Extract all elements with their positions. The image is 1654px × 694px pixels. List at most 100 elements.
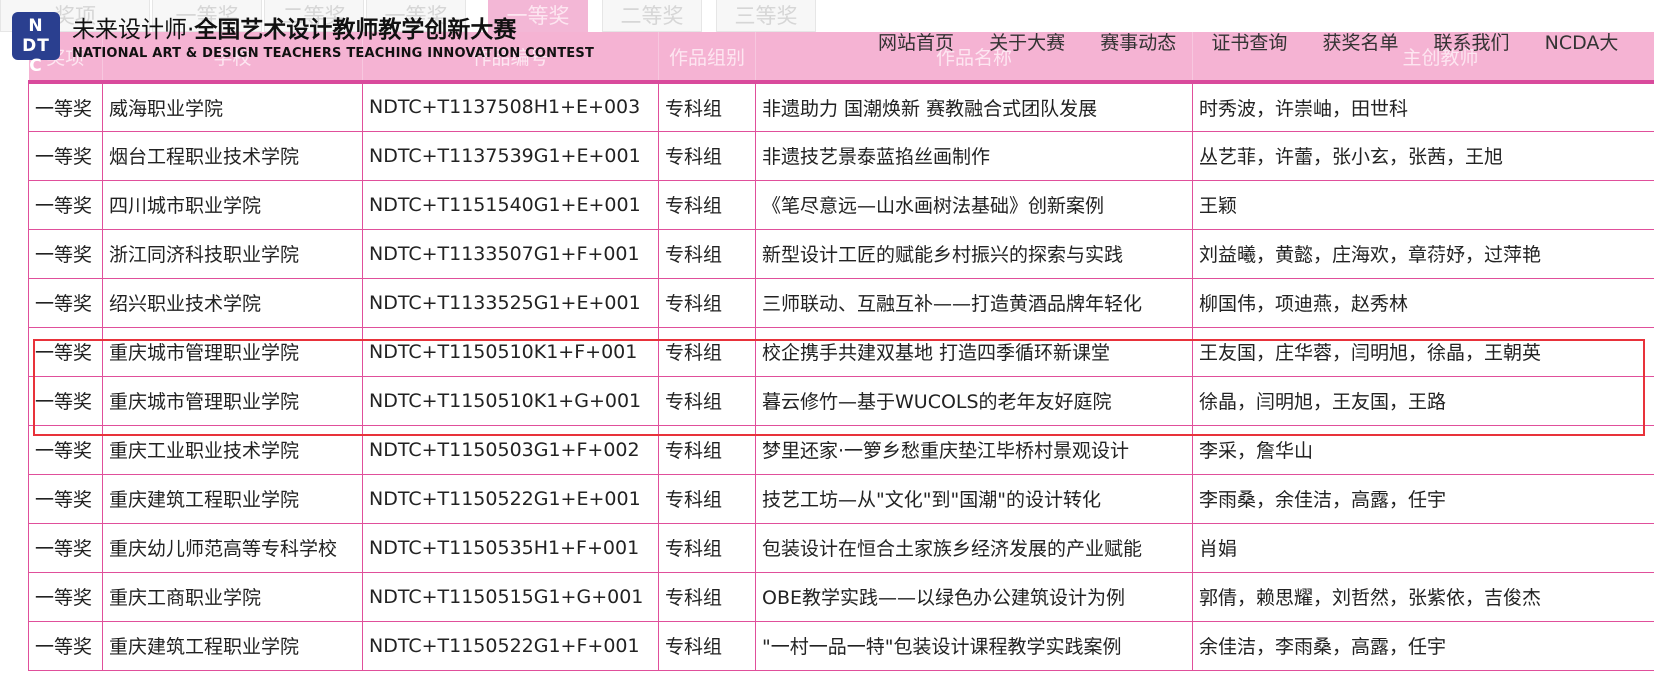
cell-work-name: 三师联动、互融互补——打造黄酒品牌年轻化	[755, 277, 1193, 328]
table-row: 一等奖 重庆建筑工程职业学院 NDTC+T1150522G1+E+001 专科组 技艺工…	[28, 473, 1654, 524]
cell-school: 浙江同济科技职业学院	[102, 228, 363, 279]
cell-group: 专科组	[658, 620, 756, 671]
table-row: 一等奖 重庆城市管理职业学院 NDTC+T1150510K1+F+001 专科组 校企携…	[28, 326, 1654, 377]
table-row: 一等奖 重庆工商职业学院 NDTC+T1150515G1+G+001 专科组 OBE教学…	[28, 571, 1654, 622]
cell-group: 专科组	[658, 179, 756, 230]
cell-teachers: 李采，詹华山	[1192, 424, 1654, 475]
cell-work-name: 校企携手共建双基地 打造四季循环新课堂	[755, 326, 1193, 377]
table-row: 一等奖 重庆城市管理职业学院 NDTC+T1150510K1+G+001 专科组 暮云修…	[28, 375, 1654, 426]
nav-winners[interactable]: 获奖名单	[1322, 28, 1398, 55]
cell-group: 专科组	[658, 326, 756, 377]
cell-award: 一等奖	[28, 179, 103, 230]
cell-teachers: 王颖	[1192, 179, 1654, 230]
table-row: 一等奖 烟台工程职业技术学院 NDTC+T1137539G1+E+001 专科组 非遗技…	[28, 130, 1654, 181]
cell-work-id: NDTC+T1133525G1+E+001	[362, 277, 659, 328]
cell-award: 一等奖	[28, 522, 103, 573]
cell-group: 专科组	[658, 375, 756, 426]
cell-work-name: 技艺工坊—从"文化"到"国潮"的设计转化	[755, 473, 1193, 524]
cell-work-name: 非遗技艺景泰蓝掐丝画制作	[755, 130, 1193, 181]
cell-award: 一等奖	[28, 326, 103, 377]
cell-group: 专科组	[658, 81, 756, 132]
cell-work-id: NDTC+T1137539G1+E+001	[362, 130, 659, 181]
cell-teachers: 肖娟	[1192, 522, 1654, 573]
cell-teachers: 柳国伟，项迪燕，赵秀林	[1192, 277, 1654, 328]
cell-group: 专科组	[658, 424, 756, 475]
cell-work-name: 新型设计工匠的赋能乡村振兴的探索与实践	[755, 228, 1193, 279]
cell-teachers: 王友国，庄华蓉，闫明旭，徐晶，王朝英	[1192, 326, 1654, 377]
table-row: 一等奖 重庆幼儿师范高等专科学校 NDTC+T1150535H1+F+001 专科组包…	[28, 522, 1654, 573]
cell-award: 一等奖	[28, 424, 103, 475]
site-subtitle: NATIONAL ART & DESIGN TEACHERS TEACHING …	[72, 46, 595, 61]
cell-work-id: NDTC+T1133507G1+F+001	[362, 228, 659, 279]
cell-teachers: 丛艺菲，许蕾，张小玄，张茜，王旭	[1192, 130, 1654, 181]
cell-award: 一等奖	[28, 571, 103, 622]
site-title-main: 全国艺术设计教师教学创新大赛	[194, 17, 517, 43]
nav-home[interactable]: 网站首页	[878, 28, 954, 55]
cell-school: 重庆城市管理职业学院	[102, 375, 363, 426]
cell-work-name: OBE教学实践——以绿色办公建筑设计为例	[755, 571, 1193, 622]
table-row: 一等奖 四川城市职业学院 NDTC+T1151540G1+E+001 专科组 《笔尽意远…	[28, 179, 1654, 230]
cell-award: 一等奖	[28, 473, 103, 524]
cell-award: 一等奖	[28, 620, 103, 671]
nav-news[interactable]: 赛事动态	[1100, 28, 1176, 55]
table-row: 一等奖 浙江同济科技职业学院 NDTC+T1133507G1+F+001 专科组 新型设…	[28, 228, 1654, 279]
cell-work-id: NDTC+T1150503G1+F+002	[362, 424, 659, 475]
cell-work-id: NDTC+T1137508H1+E+003	[362, 81, 659, 132]
awards-table: 奖项 学校 作品编号 作品组别 作品名称 主创教师 一等奖 威海职业学院 NDTC+…	[28, 32, 1654, 671]
cell-group: 专科组	[658, 522, 756, 573]
cell-teachers: 刘益曦，黄懿，庄海欢，章葕妤，过萍艳	[1192, 228, 1654, 279]
cell-school: 四川城市职业学院	[102, 179, 363, 230]
table-row: 一等奖 重庆建筑工程职业学院 NDTC+T1150522G1+F+001 专科组 "一村…	[28, 620, 1654, 671]
cell-award: 一等奖	[28, 375, 103, 426]
logo-mark-text: NDTC	[22, 16, 50, 76]
cell-school: 威海职业学院	[102, 81, 363, 132]
site-title[interactable]: 未来设计师·全国艺术设计教师教学创新大赛	[72, 10, 516, 44]
cell-school: 重庆工商职业学院	[102, 571, 363, 622]
cell-school: 重庆幼儿师范高等专科学校	[102, 522, 363, 573]
cell-group: 专科组	[658, 228, 756, 279]
cell-school: 绍兴职业技术学院	[102, 277, 363, 328]
cell-work-name: 包装设计在恒合土家族乡经济发展的产业赋能	[755, 522, 1193, 573]
nav-ncda[interactable]: NCDA大	[1545, 28, 1619, 55]
cell-group: 专科组	[658, 571, 756, 622]
cell-award: 一等奖	[28, 81, 103, 132]
cell-award: 一等奖	[28, 228, 103, 279]
cell-work-id: NDTC+T1150522G1+F+001	[362, 620, 659, 671]
cell-school: 重庆建筑工程职业学院	[102, 620, 363, 671]
cell-teachers: 余佳洁，李雨桑，高露，任宇	[1192, 620, 1654, 671]
cell-work-id: NDTC+T1150515G1+G+001	[362, 571, 659, 622]
cell-school: 重庆工业职业技术学院	[102, 424, 363, 475]
cell-teachers: 徐晶，闫明旭，王友国，王路	[1192, 375, 1654, 426]
cell-teachers: 李雨桑，余佳洁，高露，任宇	[1192, 473, 1654, 524]
nav-certificate[interactable]: 证书查询	[1211, 28, 1287, 55]
table-row: 一等奖 重庆工业职业技术学院 NDTC+T1150503G1+F+002 专科组 梦里还…	[28, 424, 1654, 475]
awards-table-wrap: 奖项 学校 作品编号 作品组别 作品名称 主创教师 一等奖 威海职业学院 NDTC+…	[28, 32, 1654, 671]
cell-work-id: NDTC+T1150522G1+E+001	[362, 473, 659, 524]
cell-school: 重庆建筑工程职业学院	[102, 473, 363, 524]
table-row: 一等奖 威海职业学院 NDTC+T1137508H1+E+003 专科组 非遗助力 国潮…	[28, 81, 1654, 132]
cell-group: 专科组	[658, 130, 756, 181]
cell-award: 一等奖	[28, 130, 103, 181]
table-row: 一等奖 绍兴职业技术学院 NDTC+T1133525G1+E+001 专科组 三师联动、…	[28, 277, 1654, 328]
cell-work-name: 非遗助力 国潮焕新 赛教融合式团队发展	[755, 81, 1193, 132]
cell-work-name: 梦里还家·一箩乡愁重庆垫江毕桥村景观设计	[755, 424, 1193, 475]
nav-contact[interactable]: 联系我们	[1434, 28, 1510, 55]
main-nav: 网站首页 关于大赛 赛事动态 证书查询 获奖名单 联系我们 NCDA大	[878, 28, 1648, 56]
site-title-prefix: 未来设计师·	[72, 17, 195, 43]
cell-work-name: "一村一品一特"包装设计课程教学实践案例	[755, 620, 1193, 671]
cell-group: 专科组	[658, 473, 756, 524]
cell-school: 重庆城市管理职业学院	[102, 326, 363, 377]
cell-work-id: NDTC+T1151540G1+E+001	[362, 179, 659, 230]
cell-school: 烟台工程职业技术学院	[102, 130, 363, 181]
cell-work-id: NDTC+T1150535H1+F+001	[362, 522, 659, 573]
table-body: 一等奖 威海职业学院 NDTC+T1137508H1+E+003 专科组 非遗助力 国潮…	[28, 81, 1654, 671]
cell-group: 专科组	[658, 277, 756, 328]
cell-teachers: 时秀波，许崇岫，田世科	[1192, 81, 1654, 132]
nav-about[interactable]: 关于大赛	[989, 28, 1065, 55]
cell-work-name: 《笔尽意远—山水画树法基础》创新案例	[755, 179, 1193, 230]
cell-award: 一等奖	[28, 277, 103, 328]
ndtc-logo-icon[interactable]: NDTC	[12, 12, 60, 76]
site-header: NDTC 未来设计师·全国艺术设计教师教学创新大赛 NATIONAL ART &…	[0, 0, 1654, 80]
cell-work-name: 暮云修竹—基于WUCOLS的老年友好庭院	[755, 375, 1193, 426]
cell-work-id: NDTC+T1150510K1+F+001	[362, 326, 659, 377]
